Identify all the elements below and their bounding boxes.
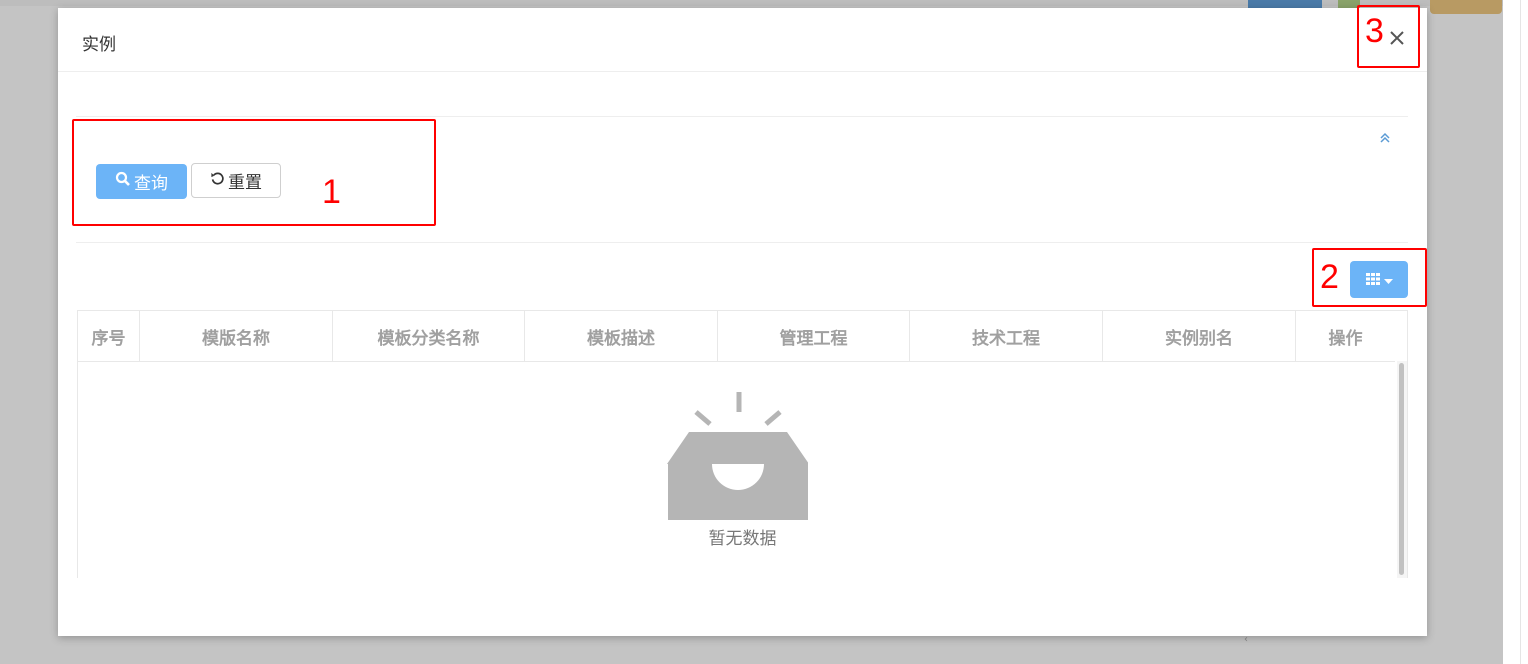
empty-inbox-icon (648, 390, 809, 520)
column-header-template-description: 模板描述 (525, 311, 718, 361)
column-header-technical-project: 技术工程 (910, 311, 1103, 361)
background-right-panel (1503, 0, 1528, 664)
table-header: 序号 模版名称 模板分类名称 模板描述 管理工程 技术工程 实例别名 操作 (78, 311, 1395, 362)
column-header-actions: 操作 (1328, 328, 1363, 349)
background-tab (1430, 0, 1502, 14)
empty-state-text: 暂无数据 (708, 529, 777, 549)
search-panel-top-divider (76, 116, 1408, 117)
annotation-label-3: 3 (1365, 12, 1384, 50)
background-divider (1520, 0, 1521, 664)
annotation-box-1 (72, 119, 436, 226)
column-header-index: 序号 (78, 311, 140, 361)
double-chevron-up-icon[interactable] (1378, 130, 1392, 144)
annotation-label-2: 2 (1320, 258, 1339, 296)
column-header-template-name: 模版名称 (140, 311, 333, 361)
annotation-label-1: 1 (322, 173, 341, 211)
search-panel-bottom-divider (76, 242, 1408, 243)
column-header-template-category: 模板分类名称 (333, 311, 525, 361)
modal-header: 实例 (58, 8, 1427, 72)
column-header-management-project: 管理工程 (718, 311, 910, 361)
modal-title: 实例 (82, 35, 116, 55)
column-header-instance-alias: 实例别名 (1103, 311, 1296, 361)
